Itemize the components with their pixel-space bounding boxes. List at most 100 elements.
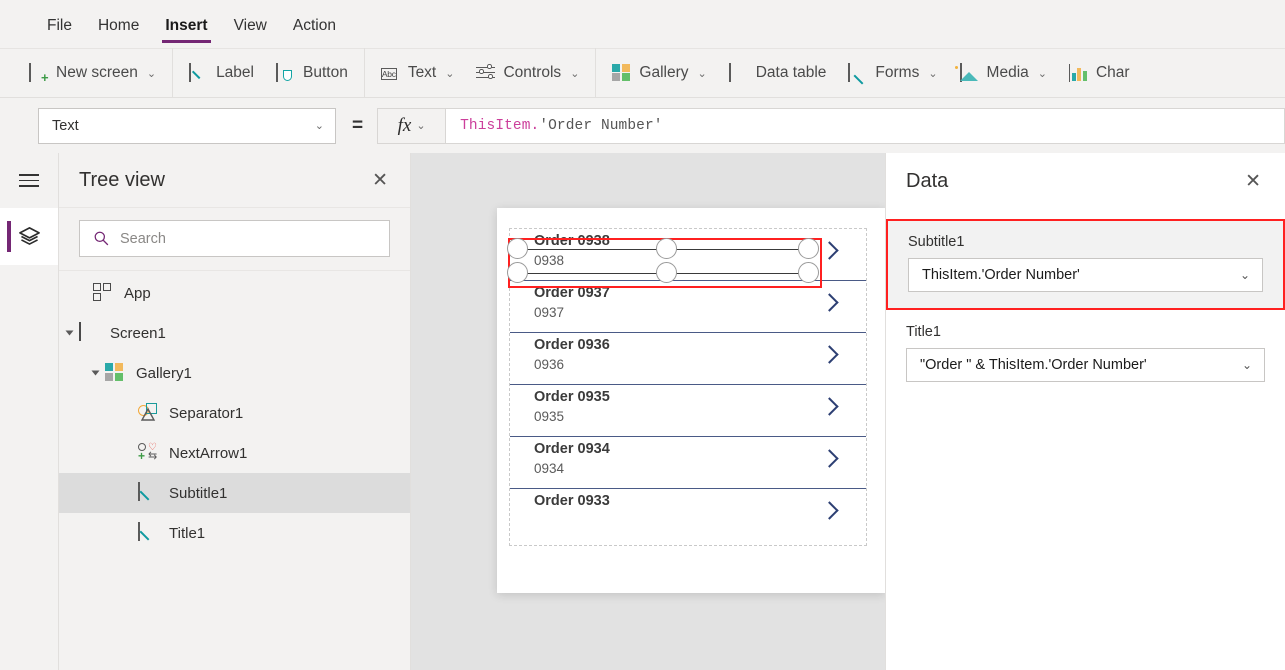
chevron-right-icon[interactable]: [820, 449, 838, 467]
hamburger-menu-button[interactable]: [0, 153, 58, 208]
chevron-down-icon: ⌄: [416, 119, 425, 132]
ribbon-button-label: New screen: [56, 64, 138, 82]
ribbon-media-button[interactable]: Media ⌄: [949, 48, 1058, 98]
active-rail-accent: [7, 221, 11, 252]
gallery-row-subtitle: 0936: [534, 357, 564, 372]
fx-button[interactable]: fx ⌄: [377, 108, 446, 144]
gallery-row-title: Order 0938: [534, 233, 610, 249]
twisty-expanded-icon[interactable]: [92, 371, 100, 376]
gallery-row-title: Order 0936: [534, 337, 610, 353]
gallery-row-title: Order 0933: [534, 493, 610, 509]
button-icon: [276, 64, 295, 83]
fx-label: fx: [398, 115, 412, 137]
close-icon[interactable]: ✕: [1245, 172, 1261, 191]
menu-item-label: View: [234, 17, 267, 34]
data-field-select-title1[interactable]: "Order " & ThisItem.'Order Number' ⌄: [906, 348, 1265, 382]
app-canvas[interactable]: Order 0938 0938 Order 0937 0937 Order 09…: [411, 153, 885, 670]
ribbon-charts-button[interactable]: Char: [1058, 48, 1141, 98]
chevron-right-icon[interactable]: [820, 241, 838, 259]
formula-token-field: 'Order Number': [539, 118, 662, 134]
formula-bar: Text ⌄ = fx ⌄ ThisItem.'Order Number': [0, 98, 1285, 153]
tree-node-list: App Screen1 Gallery1: [59, 271, 410, 553]
tree-node-app[interactable]: App: [59, 273, 410, 313]
gallery-row[interactable]: Order 0935 0935: [510, 385, 866, 437]
tree-node-label: Subtitle1: [169, 485, 227, 502]
gallery-row[interactable]: Order 0934 0934: [510, 437, 866, 489]
next-arrow-icon: ♡ +⇆: [138, 443, 158, 463]
label-icon: [138, 523, 158, 543]
rail-tab-tree-view[interactable]: [0, 208, 58, 265]
ribbon-button-button[interactable]: Button: [265, 48, 359, 98]
menu-item-insert[interactable]: Insert: [152, 0, 220, 48]
close-icon[interactable]: ✕: [372, 171, 388, 190]
chevron-down-icon: ⌄: [1242, 358, 1252, 372]
ribbon-data-table-button[interactable]: Data table: [718, 48, 838, 98]
menu-item-label: File: [47, 17, 72, 34]
hamburger-menu-icon: [19, 174, 39, 187]
gallery-grid-icon: [612, 64, 631, 83]
menu-item-action[interactable]: Action: [280, 0, 349, 48]
data-field-select-subtitle1[interactable]: ThisItem.'Order Number' ⌄: [908, 258, 1263, 292]
formula-input[interactable]: ThisItem.'Order Number': [446, 108, 1285, 144]
ribbon-forms-button[interactable]: Forms ⌄: [837, 48, 948, 98]
tree-node-title1[interactable]: Title1: [59, 513, 410, 553]
formula-token-object: ThisItem.: [460, 118, 539, 134]
tree-node-separator1[interactable]: Separator1: [59, 393, 410, 433]
app-icon: [93, 283, 113, 303]
tree-view-layers-icon: [18, 225, 41, 248]
gallery-control[interactable]: Order 0938 0938 Order 0937 0937 Order 09…: [509, 228, 867, 546]
menu-item-label: Home: [98, 17, 139, 34]
menu-item-home[interactable]: Home: [85, 0, 152, 48]
data-field-title1: Title1 "Order " & ThisItem.'Order Number…: [886, 310, 1285, 382]
data-panel: Data ✕ Subtitle1 ThisItem.'Order Number'…: [885, 153, 1285, 670]
tree-node-label: Separator1: [169, 405, 243, 422]
gallery-row-subtitle: 0934: [534, 461, 564, 476]
gallery-row[interactable]: Order 0933: [510, 489, 866, 541]
menu-item-view[interactable]: View: [221, 0, 280, 48]
menu-item-file[interactable]: File: [34, 0, 85, 48]
ribbon-button-label: Char: [1096, 64, 1130, 82]
text-abc-icon: Abc: [381, 64, 400, 83]
gallery-row[interactable]: Order 0936 0936: [510, 333, 866, 385]
ribbon-divider: [364, 48, 365, 98]
chevron-right-icon[interactable]: [820, 345, 838, 363]
tree-node-gallery1[interactable]: Gallery1: [59, 353, 410, 393]
search-input[interactable]: Search: [79, 220, 390, 257]
property-select-value: Text: [52, 118, 79, 134]
gallery-row-subtitle: 0938: [534, 253, 564, 268]
menu-item-label: Insert: [165, 17, 207, 34]
property-select[interactable]: Text ⌄: [38, 108, 336, 144]
label-icon: [138, 483, 158, 503]
ribbon-label-button[interactable]: Label: [178, 48, 265, 98]
gallery-row[interactable]: Order 0937 0937: [510, 281, 866, 333]
ribbon-text-button[interactable]: Abc Text ⌄: [370, 48, 466, 98]
chevron-right-icon[interactable]: [820, 293, 838, 311]
twisty-expanded-icon[interactable]: [66, 331, 74, 336]
gallery-row-title: Order 0934: [534, 441, 610, 457]
gallery-row[interactable]: Order 0938 0938: [510, 229, 866, 281]
data-field-value: "Order " & ThisItem.'Order Number': [920, 357, 1147, 373]
label-icon: [189, 64, 208, 83]
data-field-label: Subtitle1: [908, 234, 1263, 250]
tree-node-label: NextArrow1: [169, 445, 247, 462]
gallery-row-title: Order 0935: [534, 389, 610, 405]
app-screen-preview[interactable]: Order 0938 0938 Order 0937 0937 Order 09…: [497, 208, 885, 593]
chevron-down-icon: ⌄: [698, 67, 707, 80]
tree-node-screen1[interactable]: Screen1: [59, 313, 410, 353]
ribbon-controls-button[interactable]: Controls ⌄: [465, 48, 590, 98]
ribbon-button-label: Forms: [875, 64, 919, 82]
menu-bar: File Home Insert View Action: [0, 0, 1285, 48]
tree-view-panel: Tree view ✕ Search: [59, 153, 411, 670]
ribbon-gallery-button[interactable]: Gallery ⌄: [601, 48, 717, 98]
chevron-down-icon: ⌄: [570, 67, 579, 80]
ribbon-new-screen-button[interactable]: + New screen ⌄: [18, 48, 167, 98]
data-panel-header: Data ✕: [886, 153, 1285, 210]
tree-view-search-wrap: Search: [59, 208, 410, 271]
separator-icon: [138, 403, 158, 423]
tree-node-subtitle1[interactable]: Subtitle1: [59, 473, 410, 513]
chevron-right-icon[interactable]: [820, 397, 838, 415]
tree-node-nextarrow1[interactable]: ♡ +⇆ NextArrow1: [59, 433, 410, 473]
chevron-right-icon[interactable]: [820, 501, 838, 519]
chevron-down-icon: ⌄: [445, 67, 454, 80]
ribbon-button-label: Data table: [756, 64, 827, 82]
